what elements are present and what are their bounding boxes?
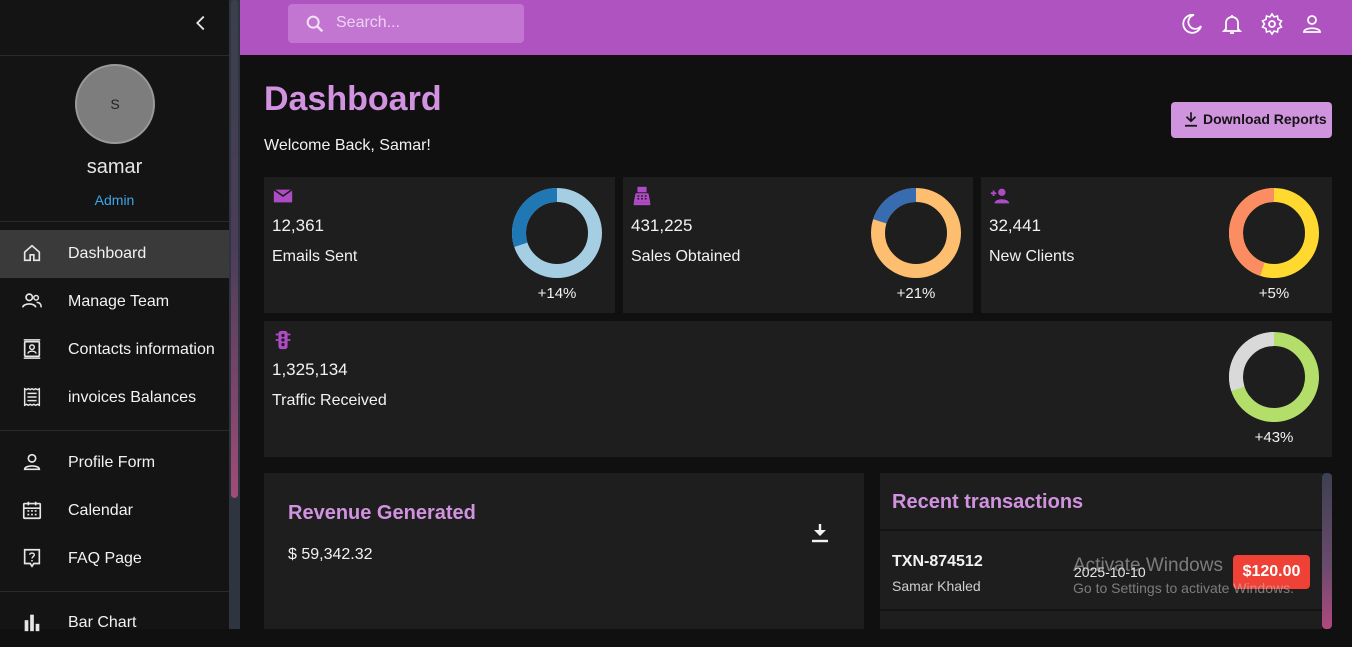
sidebar-item-bar-chart[interactable]: Bar Chart <box>0 599 229 647</box>
stat-percent: +5% <box>1258 285 1290 302</box>
sidebar-divider <box>0 430 229 431</box>
calendar-icon <box>22 501 42 520</box>
contacts-icon <box>23 339 41 359</box>
sidebar-item-label: Profile Form <box>68 454 156 471</box>
sidebar-scrollbar-thumb[interactable] <box>231 0 238 498</box>
sidebar-item-label: invoices Balances <box>68 389 197 406</box>
stat-label: New Clients <box>989 248 1075 265</box>
stat-value: 12,361 <box>272 216 324 235</box>
people-icon <box>22 293 42 308</box>
point-of-sale-icon <box>633 186 651 206</box>
transaction-user: Samar Khaled <box>892 578 981 594</box>
sidebar-item-label: Bar Chart <box>68 614 137 631</box>
avatar[interactable]: S <box>75 64 155 144</box>
transactions-scrollbar[interactable] <box>1322 473 1332 629</box>
bar-chart-icon <box>24 614 40 632</box>
traffic-icon <box>275 330 291 350</box>
topbar <box>240 0 1352 55</box>
stat-card-clients: 32,441 New Clients +5% <box>981 177 1332 313</box>
sidebar-item-dashboard[interactable]: Dashboard <box>0 230 229 278</box>
sidebar: S samar Admin Dashboard Manage Team Cont… <box>0 0 229 632</box>
stat-label: Traffic Received <box>272 392 387 409</box>
download-icon <box>1185 112 1197 127</box>
stat-label: Emails Sent <box>272 248 358 265</box>
home-icon <box>23 244 41 262</box>
activation-watermark-text: Go to Settings to activate Windows. <box>1073 580 1294 596</box>
sidebar-divider <box>0 55 229 56</box>
download-reports-button[interactable]: Download Reports <box>1171 102 1332 138</box>
sidebar-item-label: Calendar <box>68 502 133 519</box>
sidebar-item-label: Manage Team <box>68 293 170 310</box>
person-icon <box>23 453 41 471</box>
search-input[interactable] <box>336 12 516 34</box>
download-reports-label: Download Reports <box>1203 111 1327 127</box>
settings-icon[interactable] <box>1260 12 1284 36</box>
sidebar-item-calendar[interactable]: Calendar <box>0 487 229 535</box>
stat-percent: +21% <box>896 285 936 302</box>
sidebar-item-label: Contacts information <box>68 341 215 358</box>
activation-watermark-title: Activate Windows <box>1073 555 1223 576</box>
stat-card-emails: 12,361 Emails Sent +14% <box>264 177 615 313</box>
sidebar-item-manage-team[interactable]: Manage Team <box>0 278 229 326</box>
account-icon[interactable] <box>1300 12 1324 36</box>
sidebar-item-contacts[interactable]: Contacts information <box>0 326 229 374</box>
page-title: Dashboard <box>264 80 442 118</box>
welcome-text: Welcome Back, Samar! <box>264 137 431 154</box>
dark-mode-icon[interactable] <box>1180 12 1204 36</box>
notifications-icon[interactable] <box>1220 12 1244 36</box>
transactions-panel: Recent transactions TXN-874512 Samar Kha… <box>880 473 1322 629</box>
sidebar-item-profile-form[interactable]: Profile Form <box>0 439 229 487</box>
help-icon <box>23 548 41 568</box>
stat-value: 1,325,134 <box>272 360 348 379</box>
stat-label: Sales Obtained <box>631 248 741 265</box>
sidebar-divider <box>0 221 229 222</box>
stat-card-traffic: 1,325,134 Traffic Received +43% <box>264 321 1332 457</box>
sidebar-divider <box>0 591 229 592</box>
progress-ring <box>512 188 602 278</box>
download-icon[interactable] <box>808 521 832 545</box>
sidebar-item-label: FAQ Page <box>68 550 142 567</box>
transactions-divider <box>880 609 1322 611</box>
progress-ring <box>1229 332 1319 422</box>
search-box[interactable] <box>288 4 524 43</box>
transactions-title: Recent transactions <box>892 491 1084 513</box>
user-name: samar <box>86 156 143 178</box>
sidebar-item-faq[interactable]: FAQ Page <box>0 535 229 583</box>
revenue-panel: Revenue Generated $ 59,342.32 <box>264 473 864 629</box>
stat-card-sales: 431,225 Sales Obtained +21% <box>623 177 973 313</box>
sidebar-scrollbar[interactable] <box>229 0 240 629</box>
email-icon <box>273 188 293 203</box>
sidebar-item-invoices[interactable]: invoices Balances <box>0 374 229 422</box>
stat-percent: +43% <box>1254 429 1294 446</box>
receipt-icon <box>23 387 41 407</box>
sidebar-item-label: Dashboard <box>68 245 147 262</box>
stat-percent: +14% <box>537 285 577 302</box>
person-add-icon <box>990 188 1010 204</box>
avatar-initial: S <box>110 96 120 112</box>
progress-ring <box>871 188 961 278</box>
stat-value: 32,441 <box>989 216 1041 235</box>
collapse-sidebar-button[interactable] <box>190 12 212 34</box>
transactions-divider <box>880 529 1322 531</box>
search-icon <box>306 15 324 33</box>
revenue-title: Revenue Generated <box>288 502 476 524</box>
stat-value: 431,225 <box>631 216 693 235</box>
chevron-left-icon <box>196 15 205 31</box>
revenue-amount: $ 59,342.32 <box>288 546 373 563</box>
progress-ring <box>1229 188 1319 278</box>
transaction-id: TXN-874512 <box>892 553 983 570</box>
user-role: Admin <box>94 192 135 208</box>
